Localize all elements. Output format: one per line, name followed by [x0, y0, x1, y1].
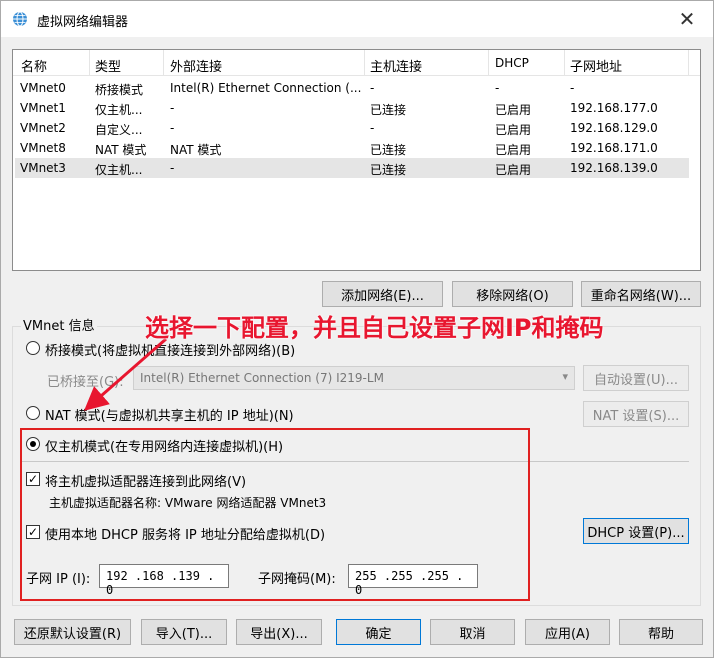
cell-external: -	[170, 121, 175, 135]
restore-defaults-button[interactable]: 还原默认设置(R)	[14, 619, 131, 645]
cell-host: -	[370, 81, 375, 95]
import-button[interactable]: 导入(T)...	[141, 619, 227, 645]
cell-dhcp: 已启用	[495, 123, 532, 137]
cell-host: 已连接	[370, 163, 407, 177]
cell-dhcp: 已启用	[495, 163, 532, 177]
help-button[interactable]: 帮助	[619, 619, 703, 645]
cell-subnet: 192.168.171.0	[570, 141, 658, 155]
table-row[interactable]: VMnet8 NAT 模式 NAT 模式 已连接 已启用 192.168.171…	[15, 138, 689, 158]
cell-subnet: -	[570, 81, 575, 95]
header-name[interactable]: 名称	[21, 56, 47, 76]
header-subnet[interactable]: 子网地址	[570, 56, 622, 76]
bridged-to-value: Intel(R) Ethernet Connection (7) I219-LM	[140, 371, 384, 385]
cell-host: 已连接	[370, 103, 407, 117]
cell-dhcp: 已启用	[495, 103, 532, 117]
header-dhcp[interactable]: DHCP	[495, 56, 529, 76]
cell-host: 已连接	[370, 143, 407, 157]
header-external[interactable]: 外部连接	[170, 56, 222, 76]
annotation-arrow-icon	[83, 337, 167, 411]
header-type[interactable]: 类型	[95, 56, 121, 76]
cell-name: VMnet8	[20, 141, 66, 155]
remove-network-button[interactable]: 移除网络(O)	[452, 281, 573, 307]
table-row[interactable]: VMnet0 桥接模式 Intel(R) Ethernet Connection…	[15, 78, 689, 98]
window-title: 虚拟网络编辑器	[37, 15, 129, 30]
cell-dhcp: -	[495, 81, 500, 95]
cell-type: 自定义...	[95, 123, 143, 137]
cell-dhcp: 已启用	[495, 143, 532, 157]
ok-button[interactable]: 确定	[336, 619, 421, 645]
list-header: 名称 类型 外部连接 主机连接 DHCP 子网地址	[13, 50, 700, 76]
table-row[interactable]: VMnet2 自定义... - - 已启用 192.168.129.0	[15, 118, 689, 138]
cell-name: VMnet2	[20, 121, 66, 135]
cell-type: 桥接模式	[95, 83, 144, 97]
cell-name: VMnet3	[20, 161, 66, 175]
cell-type: 仅主机...	[95, 163, 143, 177]
cell-name: VMnet1	[20, 101, 66, 115]
network-list[interactable]: 名称 类型 外部连接 主机连接 DHCP 子网地址 VMnet0 桥接模式 In…	[12, 49, 701, 271]
table-row-selected[interactable]: VMnet3 仅主机... - 已连接 已启用 192.168.139.0	[15, 158, 689, 178]
chevron-down-icon: ▾	[562, 370, 568, 383]
cell-subnet: 192.168.129.0	[570, 121, 658, 135]
rename-network-button[interactable]: 重命名网络(W)...	[581, 281, 701, 307]
highlight-box	[20, 428, 530, 601]
auto-settings-button[interactable]: 自动设置(U)...	[583, 365, 689, 391]
cell-host: -	[370, 121, 375, 135]
close-button[interactable]: ✕	[667, 3, 707, 35]
annotation-text: 选择一下配置，并且自己设置子网IP和掩码	[145, 314, 604, 342]
network-globe-icon	[13, 11, 27, 27]
title-bar: 虚拟网络编辑器 ✕	[1, 1, 713, 37]
cell-external: -	[170, 101, 175, 115]
nat-mode-radio[interactable]	[26, 406, 40, 420]
apply-button[interactable]: 应用(A)	[525, 619, 610, 645]
table-row[interactable]: VMnet1 仅主机... - 已连接 已启用 192.168.177.0	[15, 98, 689, 118]
cell-subnet: 192.168.177.0	[570, 101, 658, 115]
cell-type: 仅主机...	[95, 103, 143, 117]
cell-type: NAT 模式	[95, 143, 147, 157]
bridged-mode-radio[interactable]	[26, 341, 40, 355]
virtual-network-editor-window: 虚拟网络编辑器 ✕ 名称 类型 外部连接 主机连接 DHCP 子网地址 VMne…	[0, 0, 714, 658]
cell-external: -	[170, 161, 175, 175]
cell-name: VMnet0	[20, 81, 66, 95]
export-button[interactable]: 导出(X)...	[236, 619, 322, 645]
cancel-button[interactable]: 取消	[430, 619, 515, 645]
add-network-button[interactable]: 添加网络(E)...	[322, 281, 443, 307]
header-host-connection[interactable]: 主机连接	[370, 56, 422, 76]
nat-settings-button[interactable]: NAT 设置(S)...	[583, 401, 689, 427]
cell-external: NAT 模式	[170, 143, 222, 157]
cell-external: Intel(R) Ethernet Connection (...	[170, 81, 362, 95]
dhcp-settings-button[interactable]: DHCP 设置(P)...	[583, 518, 689, 544]
cell-subnet: 192.168.139.0	[570, 161, 658, 175]
bridged-to-select[interactable]: Intel(R) Ethernet Connection (7) I219-LM…	[133, 366, 575, 390]
